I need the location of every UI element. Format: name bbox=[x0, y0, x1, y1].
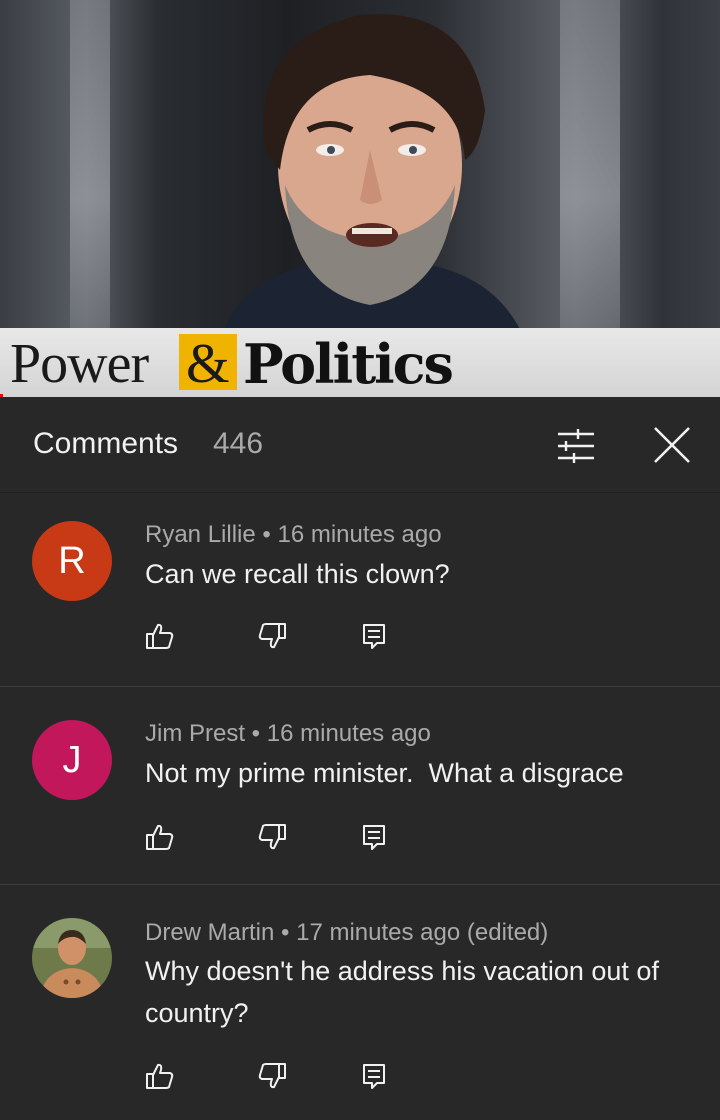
comments-count: 446 bbox=[213, 427, 264, 460]
user-photo bbox=[32, 918, 112, 998]
comment-actions bbox=[145, 1061, 405, 1091]
comment-time: 17 minutes ago (edited) bbox=[296, 919, 549, 946]
thumbs-up-icon[interactable] bbox=[145, 1061, 175, 1091]
background-pillar bbox=[70, 0, 110, 330]
comment-meta: Ryan Lillie • 16 minutes ago bbox=[145, 521, 442, 549]
avatar[interactable]: J bbox=[32, 720, 112, 800]
sort-filter-icon[interactable] bbox=[556, 428, 596, 464]
meta-separator: • bbox=[245, 720, 267, 747]
comment-item: Drew Martin • 17 minutes ago (edited) Wh… bbox=[0, 886, 720, 1120]
show-name-politics: Politics bbox=[243, 332, 454, 396]
comments-header: Comments 446 bbox=[0, 397, 720, 493]
comment-text: Why doesn't he address his vacation out … bbox=[145, 956, 659, 1028]
meta-separator: • bbox=[255, 521, 278, 548]
reply-icon[interactable] bbox=[359, 621, 389, 651]
comment-time: 16 minutes ago bbox=[277, 521, 442, 548]
speaker-figure bbox=[220, 14, 525, 340]
thumbs-up-icon[interactable] bbox=[145, 822, 175, 852]
comment-time: 16 minutes ago bbox=[266, 720, 431, 747]
comment-item: J Jim Prest • 16 minutes ago Not my prim… bbox=[0, 688, 720, 885]
video-player[interactable]: Power & Politics bbox=[0, 0, 720, 397]
show-name-power: Power bbox=[10, 333, 149, 395]
thumbs-down-icon[interactable] bbox=[257, 822, 287, 852]
comment-meta: Drew Martin • 17 minutes ago (edited) bbox=[145, 919, 548, 947]
thumbs-up-icon[interactable] bbox=[145, 621, 175, 651]
background-pillar bbox=[560, 0, 620, 330]
comment-text: Not my prime minister. What a disgrace bbox=[145, 758, 624, 788]
meta-separator: • bbox=[274, 919, 297, 946]
avatar[interactable] bbox=[32, 918, 112, 998]
comment-author[interactable]: Ryan Lillie bbox=[145, 521, 256, 548]
comment-item: R Ryan Lillie • 16 minutes ago Can we re… bbox=[0, 493, 720, 687]
reply-icon[interactable] bbox=[359, 1061, 389, 1091]
comment-text: Can we recall this clown? bbox=[145, 559, 450, 589]
comment-actions bbox=[145, 822, 405, 852]
avatar[interactable]: R bbox=[32, 521, 112, 601]
show-lower-third: Power & Politics bbox=[0, 328, 720, 397]
reply-icon[interactable] bbox=[359, 822, 389, 852]
thumbs-down-icon[interactable] bbox=[257, 1061, 287, 1091]
comment-actions bbox=[145, 621, 405, 651]
close-icon[interactable] bbox=[653, 426, 691, 464]
comment-author[interactable]: Drew Martin bbox=[145, 919, 274, 946]
show-name-amp: & bbox=[186, 333, 230, 395]
comment-author[interactable]: Jim Prest bbox=[145, 720, 245, 747]
comment-meta: Jim Prest • 16 minutes ago bbox=[145, 720, 431, 748]
comments-title: Comments bbox=[33, 427, 179, 460]
thumbs-down-icon[interactable] bbox=[257, 621, 287, 651]
